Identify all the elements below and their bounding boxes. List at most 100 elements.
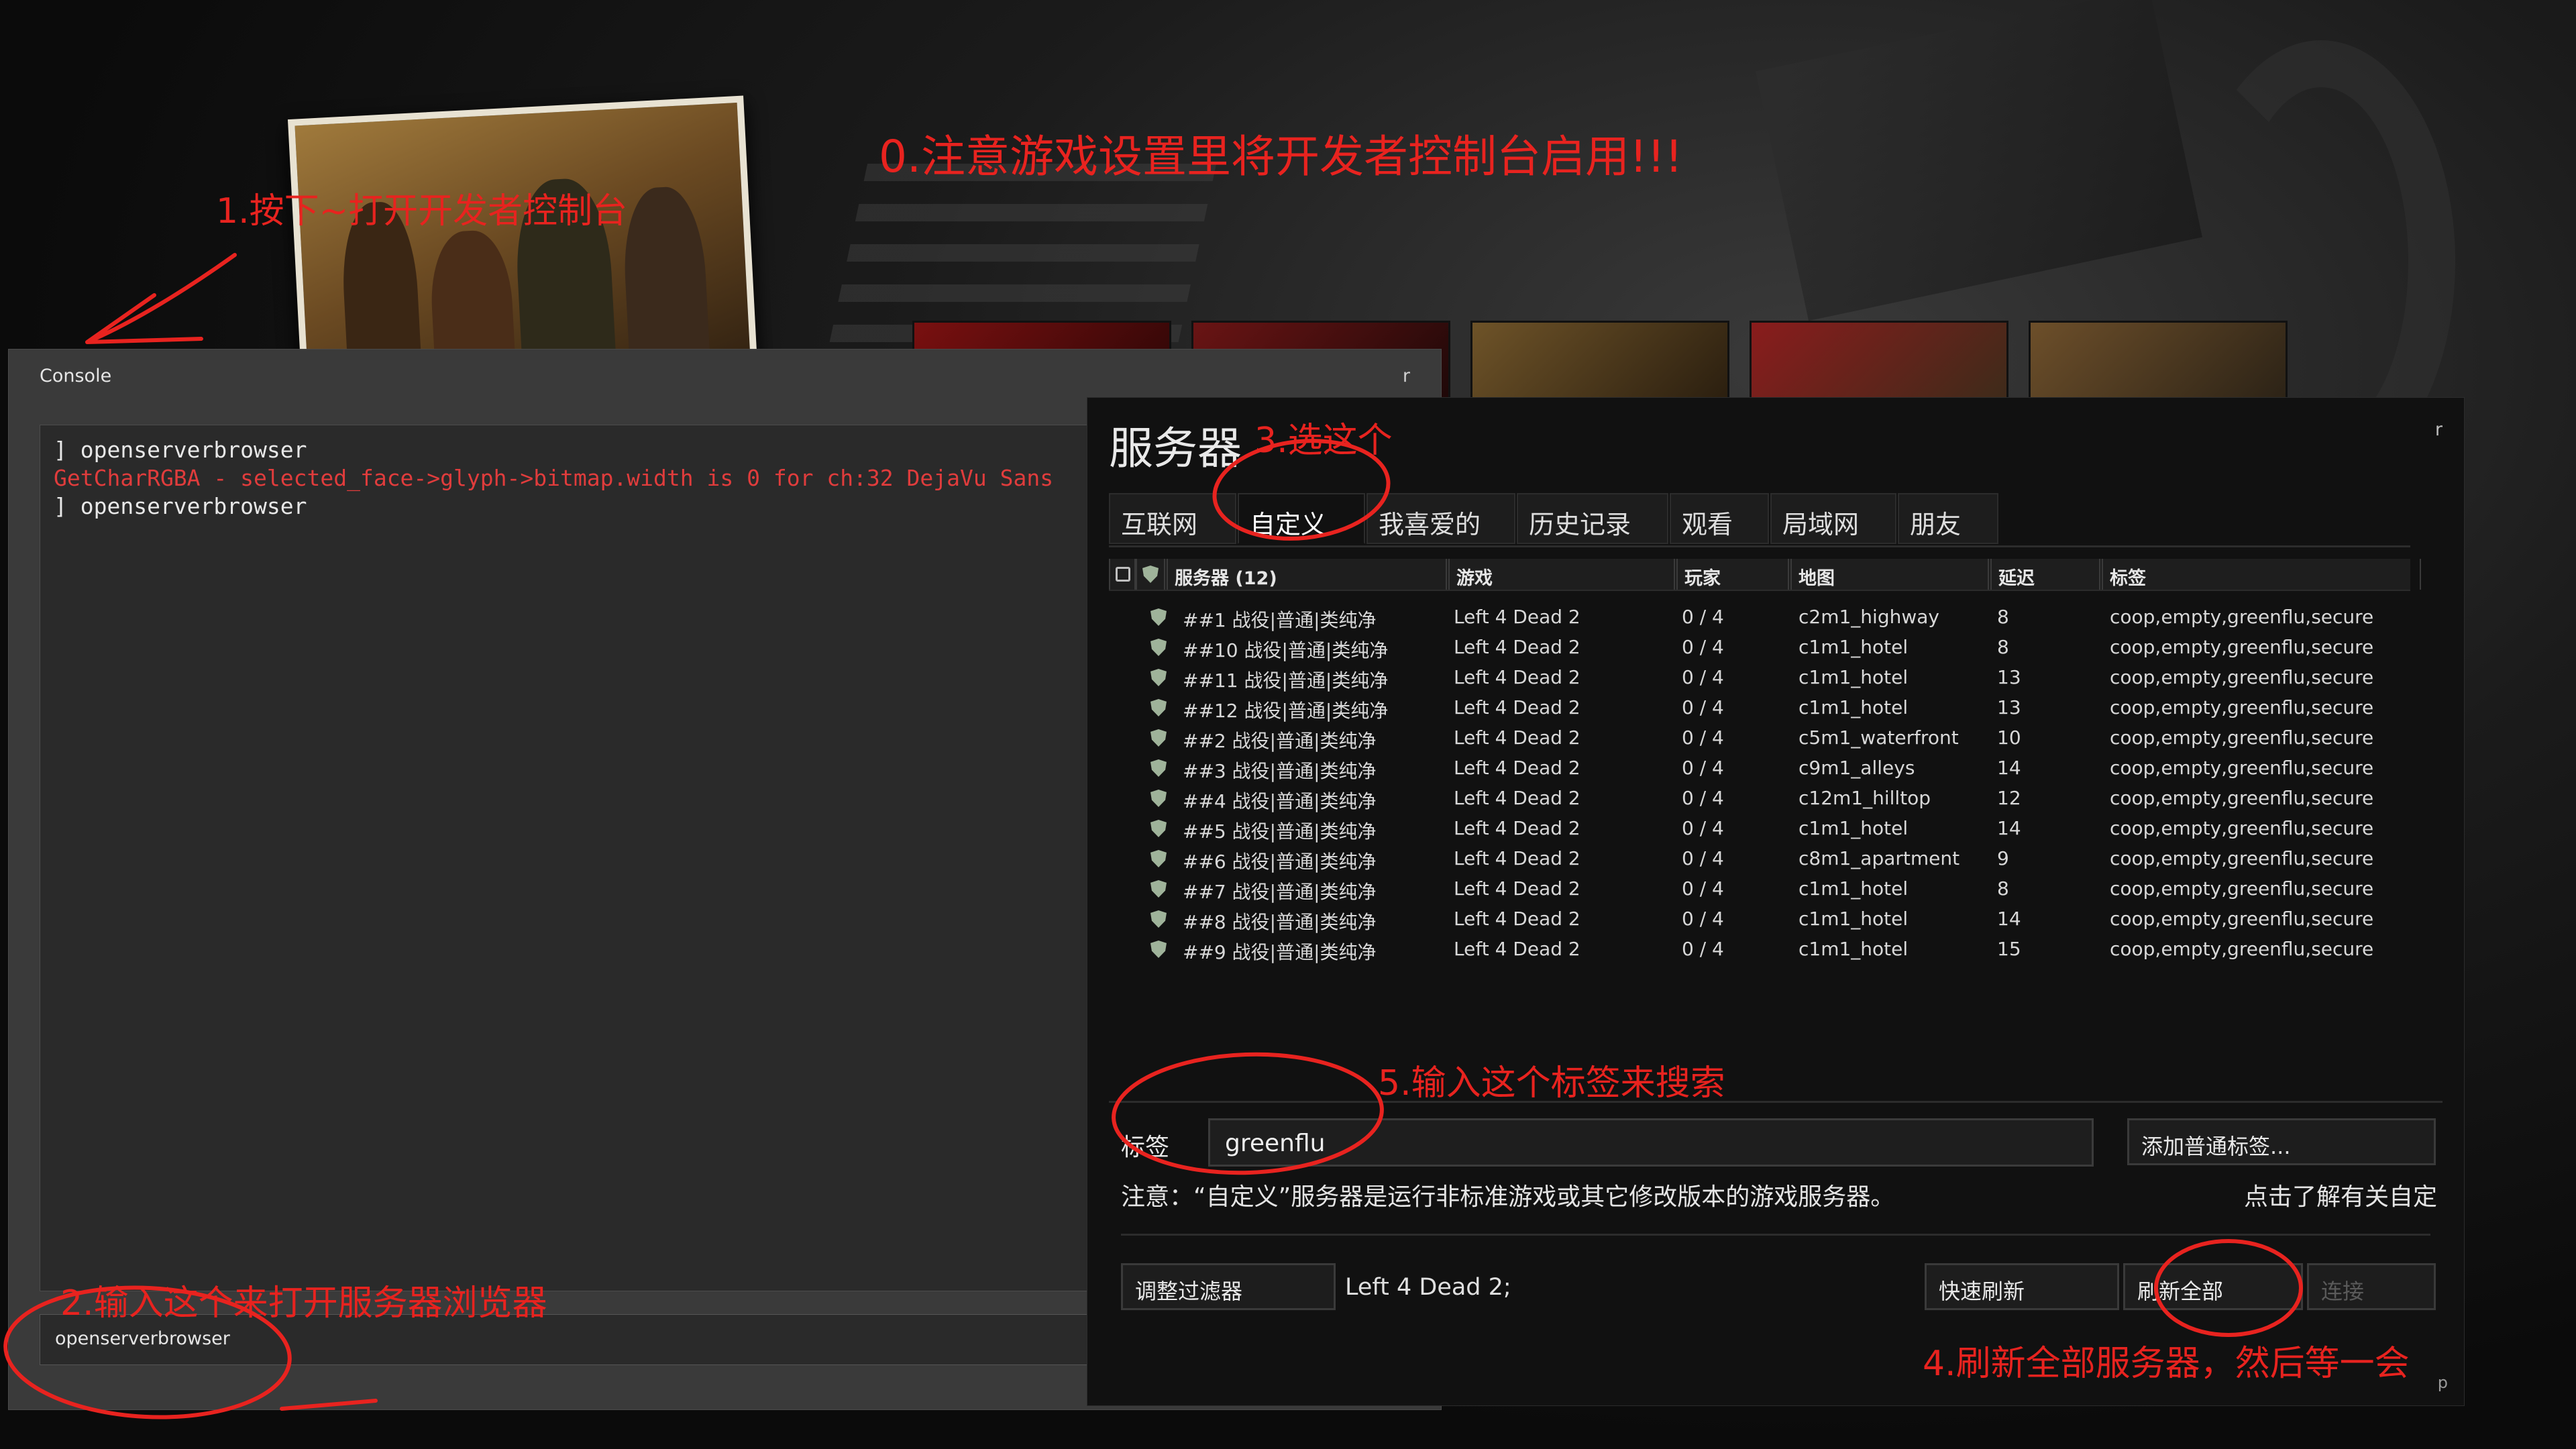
tag-filter-value: greenflu — [1225, 1130, 1326, 1157]
table-row[interactable]: ##3 战役|普通|类纯净 Left 4 Dead 2 0 / 4 c9m1_alle… — [1109, 753, 2410, 783]
server-name: ##10 战役|普通|类纯净 — [1183, 639, 1389, 661]
shield-icon — [1150, 669, 1167, 686]
tag-filter-input[interactable]: greenflu — [1208, 1118, 2094, 1167]
table-row[interactable]: ##1 战役|普通|类纯净 Left 4 Dead 2 0 / 4 c2m1_high… — [1109, 602, 2410, 632]
tab-custom[interactable]: 自定义 — [1238, 493, 1365, 544]
server-map: c1m1_hotel — [1799, 908, 1909, 930]
server-name: ##1 战役|普通|类纯净 — [1183, 609, 1377, 631]
server-map: c1m1_hotel — [1799, 817, 1909, 839]
server-tags: coop,empty,greenflu,secure — [2110, 636, 2374, 658]
server-name: ##6 战役|普通|类纯净 — [1183, 851, 1377, 873]
tab-spectate[interactable]: 观看 — [1670, 493, 1769, 544]
shield-icon — [1150, 790, 1167, 807]
add-tag-button[interactable]: 添加普通标签... — [2127, 1118, 2436, 1165]
table-row[interactable]: ##8 战役|普通|类纯净 Left 4 Dead 2 0 / 4 c1m1_hote… — [1109, 904, 2410, 934]
server-name: ##9 战役|普通|类纯净 — [1183, 941, 1377, 963]
table-row[interactable]: ##10 战役|普通|类纯净 Left 4 Dead 2 0 / 4 c1m1_hot… — [1109, 632, 2410, 662]
server-list[interactable]: 服务器 (12) 游戏 玩家 地图 延迟 标签 ##1 战役|普通|类纯净 Lef… — [1109, 559, 2443, 1066]
shield-icon — [1150, 699, 1167, 716]
table-row[interactable]: ##7 战役|普通|类纯净 Left 4 Dead 2 0 / 4 c1m1_hote… — [1109, 873, 2410, 904]
table-row[interactable]: ##4 战役|普通|类纯净 Left 4 Dead 2 0 / 4 c12m1_hil… — [1109, 783, 2410, 813]
column-servers[interactable]: 服务器 (12) — [1167, 559, 1447, 590]
tab-lan[interactable]: 局域网 — [1770, 493, 1896, 544]
column-tags[interactable]: 标签 — [2102, 559, 2421, 590]
tag-filter-label: 标签 — [1121, 1134, 1170, 1161]
resize-grip[interactable]: p — [2438, 1373, 2448, 1392]
console-close-button[interactable]: r — [1403, 366, 1410, 386]
lock-icon — [1116, 567, 1130, 582]
quick-refresh-button[interactable]: 快速刷新 — [1925, 1263, 2119, 1310]
server-list-header: 服务器 (12) 游戏 玩家 地图 延迟 标签 — [1109, 559, 2421, 591]
server-tags: coop,empty,greenflu,secure — [2110, 606, 2374, 628]
column-game[interactable]: 游戏 — [1448, 559, 1675, 590]
server-players: 0 / 4 — [1682, 757, 1724, 779]
server-game: Left 4 Dead 2 — [1454, 666, 1580, 688]
server-game: Left 4 Dead 2 — [1454, 908, 1580, 930]
server-name: ##2 战役|普通|类纯净 — [1183, 730, 1377, 752]
server-tags: coop,empty,greenflu,secure — [2110, 847, 2374, 869]
server-name: ##12 战役|普通|类纯净 — [1183, 700, 1389, 722]
server-tags: coop,empty,greenflu,secure — [2110, 817, 2374, 839]
console-title: Console — [40, 366, 112, 386]
server-players: 0 / 4 — [1682, 787, 1724, 809]
server-map: c1m1_hotel — [1799, 938, 1909, 960]
server-latency: 14 — [1997, 757, 2021, 779]
annotation-step5: 5.输入这个标签来搜索 — [1378, 1063, 1725, 1104]
server-tags: coop,empty,greenflu,secure — [2110, 696, 2374, 718]
tab-history[interactable]: 历史记录 — [1517, 493, 1668, 544]
server-name: ##8 战役|普通|类纯净 — [1183, 911, 1377, 933]
campaign-thumbnail[interactable] — [2029, 321, 2288, 405]
server-browser-close-button[interactable]: r — [2435, 419, 2443, 440]
server-tags: coop,empty,greenflu,secure — [2110, 787, 2374, 809]
table-row[interactable]: ##12 战役|普通|类纯净 Left 4 Dead 2 0 / 4 c1m1_hot… — [1109, 692, 2410, 722]
shield-icon — [1150, 608, 1167, 626]
table-row[interactable]: ##5 战役|普通|类纯净 Left 4 Dead 2 0 / 4 c1m1_hote… — [1109, 813, 2410, 843]
column-latency[interactable]: 延迟 — [1990, 559, 2100, 590]
server-players: 0 / 4 — [1682, 696, 1724, 718]
annotation-step4: 4.刷新全部服务器，然后等一会 — [1923, 1344, 2410, 1384]
server-map: c1m1_hotel — [1799, 696, 1909, 718]
learn-more-link[interactable]: 点击了解有关自定 — [2244, 1177, 2437, 1212]
server-game: Left 4 Dead 2 — [1454, 938, 1580, 960]
custom-servers-note: 注意：“自定义”服务器是运行非标准游戏或其它修改版本的游戏服务器。 — [1121, 1183, 1895, 1211]
server-game: Left 4 Dead 2 — [1454, 757, 1580, 779]
table-row[interactable]: ##11 战役|普通|类纯净 Left 4 Dead 2 0 / 4 c1m1_hot… — [1109, 662, 2410, 692]
server-players: 0 / 4 — [1682, 938, 1724, 960]
shield-icon — [1150, 880, 1167, 898]
server-map: c5m1_waterfront — [1799, 727, 1959, 749]
campaign-thumbnail[interactable] — [1470, 321, 1729, 405]
server-name: ##3 战役|普通|类纯净 — [1183, 760, 1377, 782]
server-browser-title: 服务器 — [1109, 423, 1242, 474]
server-name: ##7 战役|普通|类纯净 — [1183, 881, 1377, 903]
column-players[interactable]: 玩家 — [1676, 559, 1789, 590]
change-filters-button[interactable]: 调整过滤器 — [1121, 1263, 1336, 1310]
connect-button[interactable]: 连接 — [2307, 1263, 2436, 1310]
column-password[interactable] — [1109, 559, 1136, 590]
column-secure[interactable] — [1136, 559, 1165, 590]
server-players: 0 / 4 — [1682, 606, 1724, 628]
tab-internet[interactable]: 互联网 — [1109, 493, 1236, 544]
divider — [1109, 1101, 2443, 1103]
refresh-all-button[interactable]: 刷新全部 — [2123, 1263, 2303, 1310]
server-map: c1m1_hotel — [1799, 877, 1909, 900]
shield-icon — [1150, 910, 1167, 928]
shield-icon — [1150, 729, 1167, 747]
campaign-thumbnail[interactable] — [1750, 321, 2008, 405]
server-game: Left 4 Dead 2 — [1454, 727, 1580, 749]
active-filter-text: Left 4 Dead 2; — [1345, 1274, 1511, 1301]
server-latency: 14 — [1997, 908, 2021, 930]
server-map: c9m1_alleys — [1799, 757, 1915, 779]
shield-icon — [1150, 850, 1167, 867]
server-tags: coop,empty,greenflu,secure — [2110, 757, 2374, 779]
tab-friends[interactable]: 朋友 — [1898, 493, 1998, 544]
server-tags: coop,empty,greenflu,secure — [2110, 938, 2374, 960]
tab-favorites[interactable]: 我喜爱的 — [1366, 493, 1515, 544]
column-map[interactable]: 地图 — [1790, 559, 1989, 590]
server-game: Left 4 Dead 2 — [1454, 877, 1580, 900]
table-row[interactable]: ##9 战役|普通|类纯净 Left 4 Dead 2 0 / 4 c1m1_hote… — [1109, 934, 2410, 964]
table-row[interactable]: ##6 战役|普通|类纯净 Left 4 Dead 2 0 / 4 c8m1_apar… — [1109, 843, 2410, 873]
table-row[interactable]: ##2 战役|普通|类纯净 Left 4 Dead 2 0 / 4 c5m1_wate… — [1109, 722, 2410, 753]
shield-icon — [1150, 759, 1167, 777]
annotation-step2: 2.输入这个来打开服务器浏览器 — [60, 1283, 547, 1324]
server-map: c8m1_apartment — [1799, 847, 1960, 869]
